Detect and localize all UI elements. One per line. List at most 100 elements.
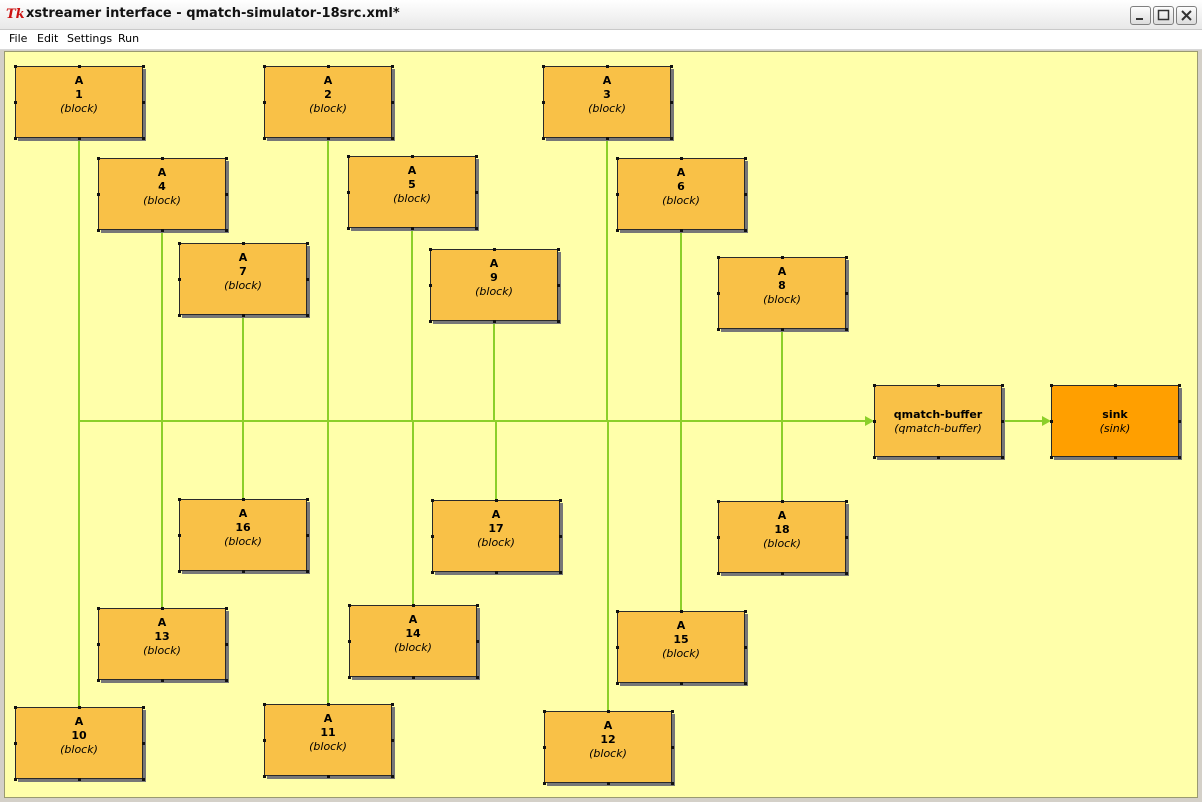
resize-handle[interactable] — [1114, 384, 1117, 387]
resize-handle[interactable] — [606, 137, 609, 140]
resize-handle[interactable] — [557, 284, 560, 287]
block-node[interactable]: A 14 (block) — [348, 604, 479, 679]
resize-handle[interactable] — [225, 157, 228, 160]
resize-handle[interactable] — [557, 320, 560, 323]
resize-handle[interactable] — [306, 314, 309, 317]
resize-handle[interactable] — [616, 229, 619, 232]
resize-handle[interactable] — [1178, 420, 1181, 423]
resize-handle[interactable] — [1001, 420, 1004, 423]
resize-handle[interactable] — [263, 101, 266, 104]
resize-handle[interactable] — [671, 710, 674, 713]
resize-handle[interactable] — [429, 320, 432, 323]
resize-handle[interactable] — [97, 607, 100, 610]
resize-handle[interactable] — [263, 137, 266, 140]
resize-handle[interactable] — [680, 610, 683, 613]
resize-handle[interactable] — [873, 420, 876, 423]
resize-handle[interactable] — [781, 256, 784, 259]
resize-handle[interactable] — [391, 775, 394, 778]
resize-handle[interactable] — [670, 65, 673, 68]
resize-handle[interactable] — [1050, 420, 1053, 423]
resize-handle[interactable] — [242, 242, 245, 245]
resize-handle[interactable] — [306, 534, 309, 537]
resize-handle[interactable] — [845, 536, 848, 539]
resize-handle[interactable] — [391, 65, 394, 68]
resize-handle[interactable] — [475, 155, 478, 158]
resize-handle[interactable] — [242, 314, 245, 317]
resize-handle[interactable] — [391, 703, 394, 706]
resize-handle[interactable] — [178, 498, 181, 501]
resize-handle[interactable] — [937, 456, 940, 459]
resize-handle[interactable] — [845, 292, 848, 295]
resize-handle[interactable] — [475, 191, 478, 194]
block-node[interactable]: A 9 (block) — [429, 248, 560, 323]
resize-handle[interactable] — [225, 229, 228, 232]
resize-handle[interactable] — [845, 500, 848, 503]
menu-run[interactable]: Run — [118, 32, 139, 45]
resize-handle[interactable] — [429, 248, 432, 251]
resize-handle[interactable] — [78, 778, 81, 781]
resize-handle[interactable] — [744, 646, 747, 649]
block-node[interactable]: A 1 (block) — [14, 65, 145, 140]
resize-handle[interactable] — [1001, 456, 1004, 459]
block-node[interactable]: A 3 (block) — [542, 65, 673, 140]
resize-handle[interactable] — [542, 101, 545, 104]
resize-handle[interactable] — [178, 278, 181, 281]
resize-handle[interactable] — [348, 604, 351, 607]
resize-handle[interactable] — [14, 137, 17, 140]
resize-handle[interactable] — [717, 536, 720, 539]
resize-handle[interactable] — [1050, 384, 1053, 387]
resize-handle[interactable] — [717, 256, 720, 259]
maximize-button[interactable] — [1153, 6, 1174, 25]
resize-handle[interactable] — [306, 570, 309, 573]
resize-handle[interactable] — [327, 775, 330, 778]
resize-handle[interactable] — [142, 101, 145, 104]
resize-handle[interactable] — [543, 782, 546, 785]
resize-handle[interactable] — [1178, 456, 1181, 459]
resize-handle[interactable] — [348, 640, 351, 643]
resize-handle[interactable] — [431, 571, 434, 574]
resize-handle[interactable] — [1114, 456, 1117, 459]
resize-handle[interactable] — [225, 679, 228, 682]
resize-handle[interactable] — [543, 710, 546, 713]
resize-handle[interactable] — [14, 706, 17, 709]
resize-handle[interactable] — [161, 679, 164, 682]
resize-handle[interactable] — [97, 157, 100, 160]
resize-handle[interactable] — [14, 65, 17, 68]
resize-handle[interactable] — [263, 65, 266, 68]
resize-handle[interactable] — [412, 604, 415, 607]
resize-handle[interactable] — [845, 328, 848, 331]
resize-handle[interactable] — [670, 101, 673, 104]
resize-handle[interactable] — [781, 328, 784, 331]
resize-handle[interactable] — [873, 384, 876, 387]
resize-handle[interactable] — [744, 229, 747, 232]
resize-handle[interactable] — [347, 155, 350, 158]
resize-handle[interactable] — [78, 137, 81, 140]
resize-handle[interactable] — [606, 65, 609, 68]
resize-handle[interactable] — [411, 227, 414, 230]
block-node[interactable]: A 18 (block) — [717, 500, 848, 575]
resize-handle[interactable] — [476, 676, 479, 679]
block-node[interactable]: A 15 (block) — [616, 610, 747, 685]
resize-handle[interactable] — [781, 500, 784, 503]
resize-handle[interactable] — [542, 65, 545, 68]
resize-handle[interactable] — [476, 640, 479, 643]
resize-handle[interactable] — [161, 157, 164, 160]
resize-handle[interactable] — [142, 137, 145, 140]
resize-handle[interactable] — [178, 570, 181, 573]
resize-handle[interactable] — [542, 137, 545, 140]
resize-handle[interactable] — [97, 679, 100, 682]
block-node[interactable]: A 5 (block) — [347, 155, 478, 230]
resize-handle[interactable] — [607, 782, 610, 785]
resize-handle[interactable] — [142, 742, 145, 745]
resize-handle[interactable] — [744, 193, 747, 196]
resize-handle[interactable] — [327, 703, 330, 706]
menu-edit[interactable]: Edit — [37, 32, 58, 45]
resize-handle[interactable] — [680, 682, 683, 685]
resize-handle[interactable] — [1050, 456, 1053, 459]
resize-handle[interactable] — [306, 242, 309, 245]
resize-handle[interactable] — [429, 284, 432, 287]
resize-handle[interactable] — [225, 607, 228, 610]
resize-handle[interactable] — [717, 292, 720, 295]
resize-handle[interactable] — [717, 328, 720, 331]
resize-handle[interactable] — [495, 571, 498, 574]
